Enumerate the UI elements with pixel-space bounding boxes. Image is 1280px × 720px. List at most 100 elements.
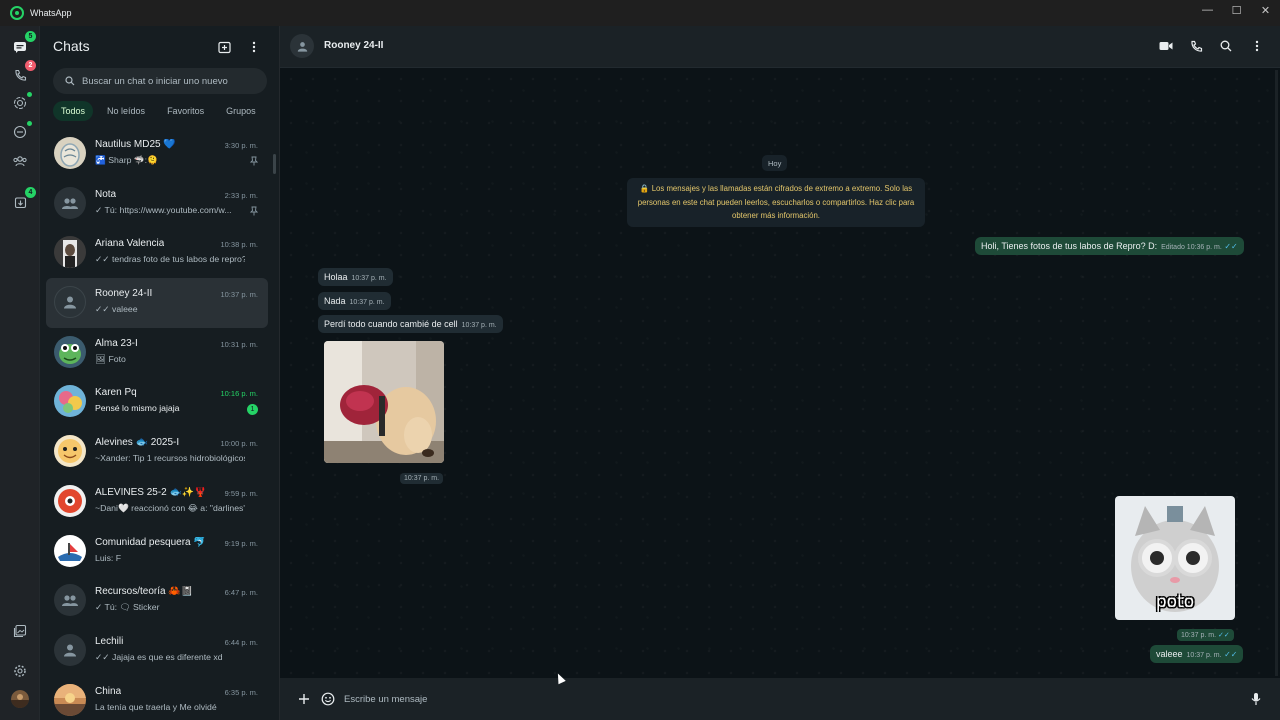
search-bar	[53, 68, 267, 94]
filter-unread[interactable]: No leídos	[99, 101, 153, 121]
app-title: WhatsApp	[30, 8, 72, 18]
read-ticks-icon: ✓✓	[1224, 650, 1238, 659]
group-icon	[62, 198, 78, 209]
microphone-icon[interactable]	[1249, 692, 1263, 706]
message-incoming[interactable]: Holaa 10:37 p. m.	[318, 268, 393, 286]
chat-preview: Luis: F	[95, 552, 122, 563]
profile-avatar[interactable]	[11, 690, 29, 708]
chat-row-selected[interactable]: Rooney 24-II 10:37 p. m. ✓✓ valeee	[46, 278, 268, 328]
channels-dot	[27, 121, 32, 126]
dog-photo	[324, 341, 444, 463]
group-icon	[62, 595, 78, 607]
conversation-scrollbar[interactable]	[1275, 70, 1278, 676]
chat-row[interactable]: Recursos/teoría 🦀📓 6:47 p. m. ✓ Tú: 🗨 St…	[46, 576, 268, 626]
chat-time: 10:16 p. m.	[220, 389, 258, 399]
avatar	[54, 534, 86, 567]
message-meta: 10:37 p. m.	[351, 275, 387, 282]
group-avatar	[54, 584, 86, 617]
chat-name: Comunidad pesquera 🐬	[95, 536, 206, 548]
person-avatar	[54, 286, 86, 319]
chats-title: Chats	[53, 38, 90, 54]
chat-row[interactable]: Alevines 🐟 2025-I 10:00 p. m. ~Xander: T…	[46, 427, 268, 477]
menu-icon[interactable]	[247, 40, 261, 54]
conversation-panel: Rooney 24-II Hoy 🔒 Los mensajes y las ll…	[280, 26, 1280, 720]
message-outgoing[interactable]: valeee 10:37 p. m. ✓✓	[1150, 645, 1244, 663]
emoji-sticker-icon[interactable]	[321, 692, 335, 706]
chat-time: 6:35 p. m.	[224, 687, 258, 697]
chat-preview: ✓✓ tendras foto de tus labos de repro?	[95, 254, 245, 265]
conversation-header[interactable]: Rooney 24-II	[280, 26, 1280, 68]
close-button[interactable]: ✕	[1251, 0, 1280, 20]
contact-name[interactable]: Rooney 24-II	[324, 40, 383, 51]
filter-chips: Todos No leídos Favoritos Grupos	[53, 101, 264, 121]
chat-row[interactable]: Karen Pq 10:16 p. m. Pensé lo mismo jaja…	[46, 377, 268, 427]
read-ticks-icon: ✓✓	[1224, 242, 1238, 251]
attach-plus-icon[interactable]	[297, 692, 311, 706]
search-messages-icon[interactable]	[1219, 39, 1233, 53]
filter-all[interactable]: Todos	[53, 101, 94, 121]
message-outgoing[interactable]: Holi, Tienes fotos de tus labos de Repro…	[975, 237, 1244, 255]
voice-call-icon[interactable]	[1189, 39, 1203, 53]
message-meta: 10:37 p. m.	[461, 322, 497, 329]
status-dot	[27, 92, 32, 97]
message-text: Perdí todo cuando cambié de cell	[324, 319, 458, 329]
chat-row[interactable]: Nota 2:33 p. m. ✓ Tú: https://www.youtub…	[46, 179, 268, 229]
chat-row[interactable]: Comunidad pesquera 🐬 9:19 p. m. Luis: F	[46, 527, 268, 577]
photo-message[interactable]	[324, 341, 444, 463]
chat-preview: 🚰 Sharp 🦈:🫠	[95, 155, 158, 165]
chat-row[interactable]: Ariana Valencia 10:38 p. m. ✓✓ tendras f…	[46, 228, 268, 278]
chat-time: 3:30 p. m.	[224, 141, 258, 150]
message-input[interactable]	[344, 690, 1224, 708]
chat-row[interactable]: Lechili 6:44 p. m. ✓✓ Jajaja es que es d…	[46, 626, 268, 676]
message-incoming[interactable]: Nada 10:37 p. m.	[318, 292, 391, 310]
avatar	[54, 484, 86, 517]
minimize-button[interactable]: —	[1193, 0, 1222, 20]
read-ticks-icon: ✓✓	[1217, 632, 1230, 639]
chat-list-panel: Chats Todos No leídos Favoritos Grupos N…	[40, 26, 280, 720]
chat-name: Rooney 24-II	[95, 288, 153, 300]
chat-row[interactable]: Nautilus MD25 💙 3:30 p. m. 🚰 Sharp 🦈:🫠	[46, 129, 268, 179]
window-controls: — ☐ ✕	[1193, 0, 1280, 26]
chat-time: 9:19 p. m.	[224, 538, 258, 548]
video-call-icon[interactable]	[1159, 39, 1173, 53]
chat-preview: ✓✓ Jajaja es que es diferente xd	[95, 651, 223, 662]
chat-preview: Pensé lo mismo jajaja	[95, 403, 180, 414]
title-bar: WhatsApp — ☐ ✕	[0, 0, 1280, 26]
message-meta: 10:37 p. m.	[349, 299, 385, 306]
communities-icon[interactable]	[11, 152, 29, 170]
contact-avatar[interactable]	[290, 34, 314, 58]
conversation-menu-icon[interactable]	[1250, 39, 1264, 53]
search-input[interactable]	[82, 75, 252, 87]
pin-icon	[249, 156, 259, 168]
chat-name: Karen Pq	[95, 387, 137, 399]
maximize-button[interactable]: ☐	[1222, 0, 1251, 20]
avatar	[54, 236, 86, 269]
chat-preview: La tenía que traerla y Me olvidé	[95, 701, 217, 712]
unread-badge: 1	[247, 404, 258, 416]
chat-row[interactable]: Alma 23-I 10:31 p. m. 🖼 Foto	[46, 328, 268, 378]
encryption-notice[interactable]: 🔒 Los mensajes y las llamadas están cifr…	[627, 178, 925, 227]
sticker-timestamp: 10:37 p. m. ✓✓	[1177, 629, 1234, 641]
new-chat-icon[interactable]	[217, 40, 231, 54]
media-gallery-icon[interactable]	[11, 622, 29, 640]
avatar	[54, 683, 86, 716]
avatar	[54, 435, 86, 468]
chat-row[interactable]: ALEVINES 25-2 🐟✨🦞 9:59 p. m. ~Dani🤍 reac…	[46, 477, 268, 527]
group-avatar	[54, 186, 86, 219]
filter-groups[interactable]: Grupos	[218, 101, 264, 121]
chat-list-scrollbar[interactable]	[273, 154, 276, 174]
message-meta: Editado 10:36 p. m.	[1161, 244, 1222, 251]
calls-badge: 2	[25, 60, 36, 71]
chat-name: Alevines 🐟 2025-I	[95, 437, 180, 449]
status-icon[interactable]	[11, 94, 29, 112]
person-avatar	[54, 633, 86, 666]
filter-favorites[interactable]: Favoritos	[159, 101, 212, 121]
message-incoming[interactable]: Perdí todo cuando cambié de cell 10:37 p.…	[318, 315, 503, 333]
chat-name: ALEVINES 25-2 🐟✨🦞	[95, 486, 207, 498]
settings-icon[interactable]	[11, 662, 29, 680]
person-icon	[297, 41, 307, 52]
sticker-message[interactable]: poto	[1115, 496, 1235, 620]
chat-row[interactable]: China 6:35 p. m. La tenía que traerla y …	[46, 676, 268, 720]
channels-icon[interactable]	[11, 123, 29, 141]
chat-preview: ~Dani🤍 reaccionó con 😂 a: "darlines"	[95, 502, 245, 513]
